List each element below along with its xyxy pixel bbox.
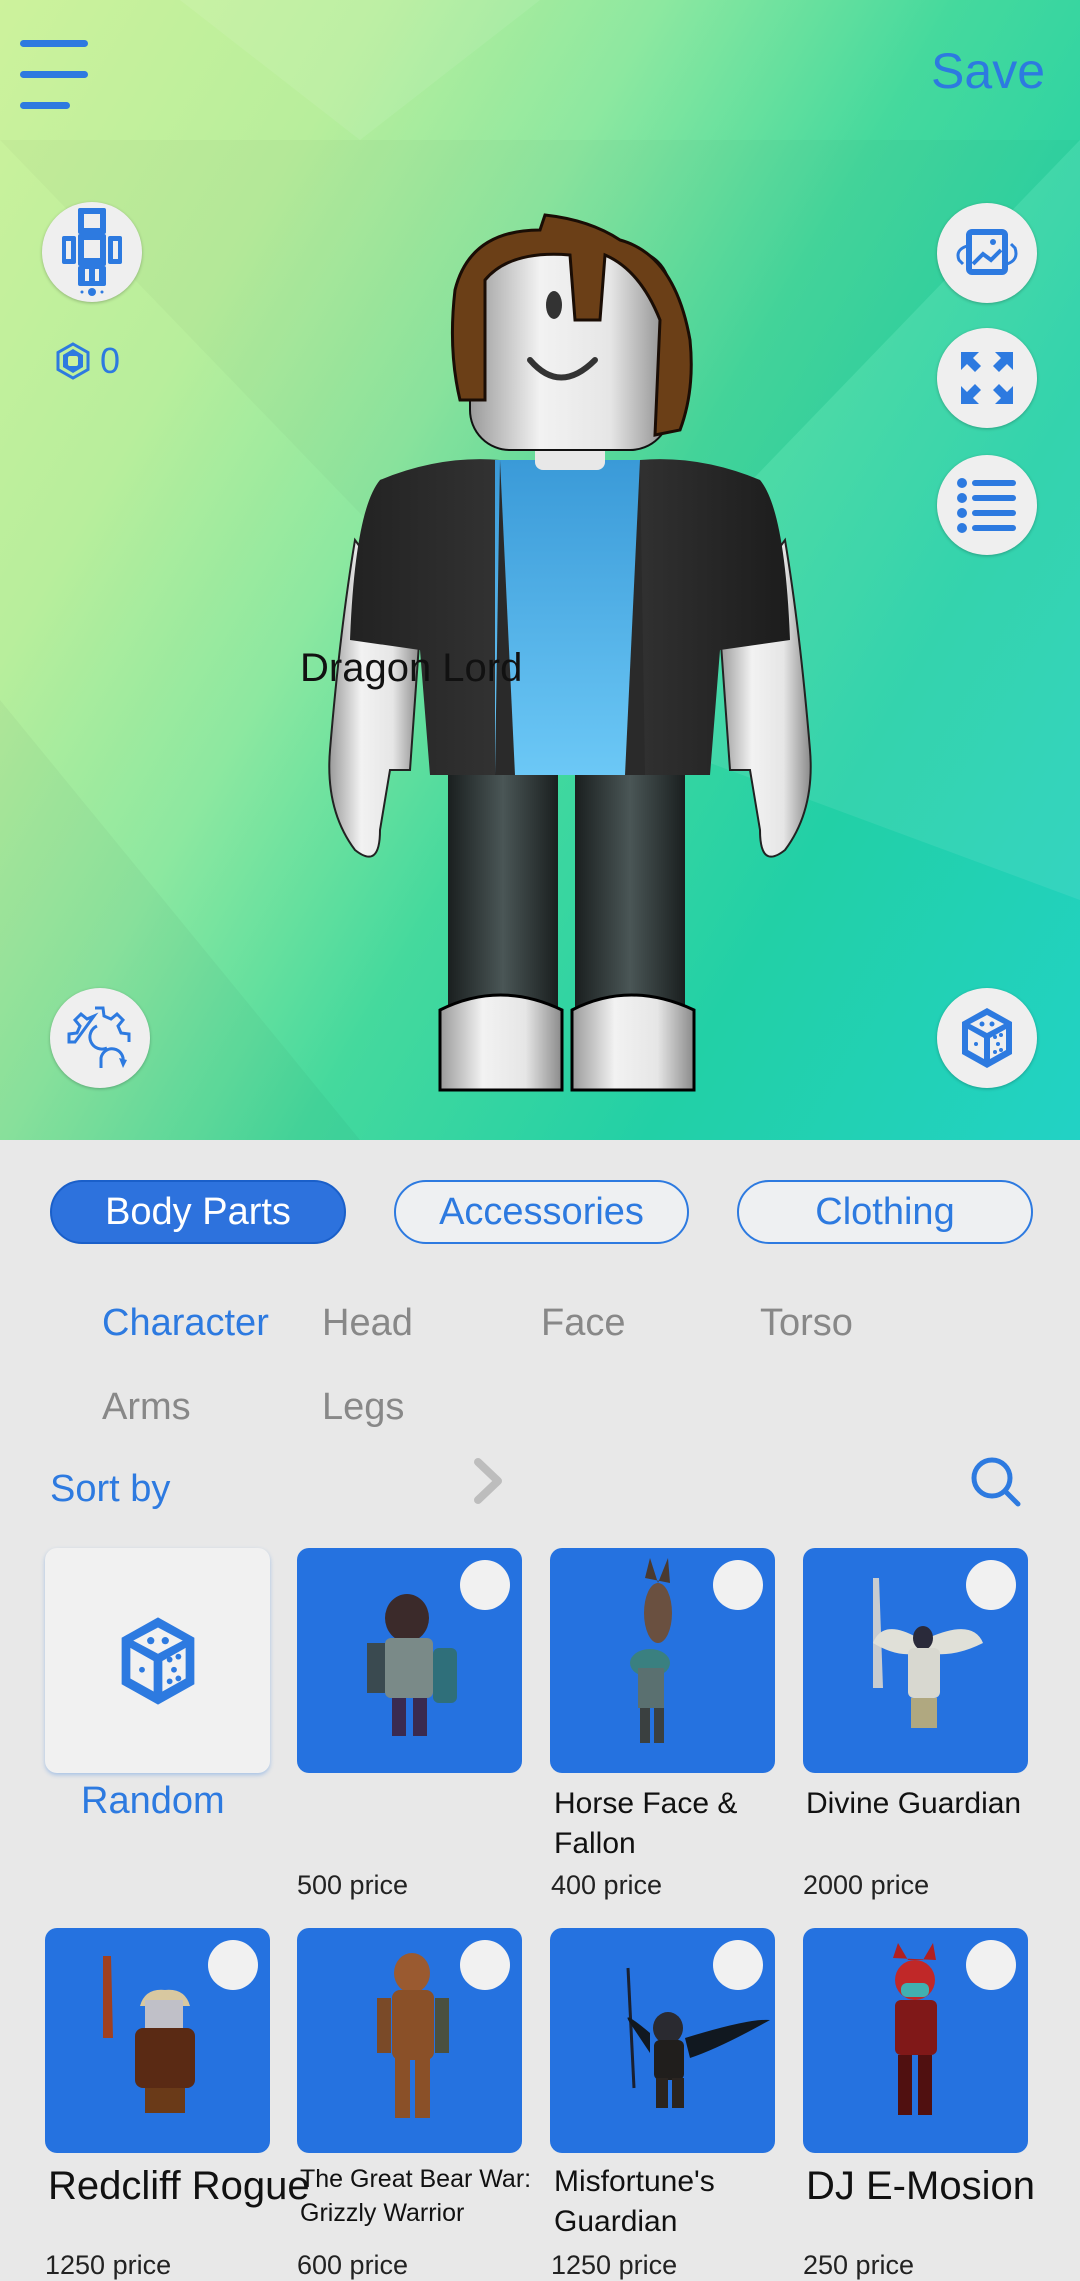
item-card[interactable] (297, 1928, 522, 2153)
item-card[interactable] (550, 1928, 775, 2153)
item-name: DJ E-Mosion (806, 2164, 1035, 2208)
item-name: Misfortune's Guardian (554, 2165, 715, 2238)
tab-body-parts[interactable]: Body Parts (50, 1180, 346, 1244)
list-button[interactable] (937, 455, 1037, 555)
menu-icon-line (20, 102, 70, 109)
select-checkbox[interactable] (208, 1940, 258, 1990)
robux-balance: 0 (54, 340, 120, 382)
avatar-viewport[interactable]: Save 0 (0, 0, 1080, 1140)
item-price: 600 price (297, 2250, 409, 2280)
item-card[interactable] (803, 1548, 1028, 1773)
search-icon[interactable] (968, 1454, 1024, 1510)
tab-clothing[interactable]: Clothing (737, 1180, 1033, 1244)
settings-button[interactable] (50, 988, 150, 1088)
settings-refresh-icon (67, 1006, 131, 1068)
random-card[interactable] (45, 1548, 270, 1773)
subcategory-torso[interactable]: Torso (760, 1302, 853, 1345)
fullscreen-icon (961, 352, 1013, 404)
robux-amount: 0 (100, 340, 121, 381)
save-button[interactable]: Save (931, 42, 1045, 100)
avatar-body-icon (62, 208, 122, 296)
subcategory-character[interactable]: Character (102, 1302, 269, 1345)
menu-button[interactable] (20, 40, 88, 112)
select-checkbox[interactable] (460, 1940, 510, 1990)
item-name: Dragon Lord (300, 646, 523, 690)
random-avatar-button[interactable] (937, 988, 1037, 1088)
dice-icon (962, 1008, 1012, 1068)
item-name: Divine Guardian (806, 1787, 1022, 1820)
rotate-view-button[interactable] (937, 203, 1037, 303)
subcategory-face[interactable]: Face (541, 1302, 625, 1345)
item-card[interactable] (45, 1928, 270, 2153)
dice-icon (121, 1616, 194, 1705)
select-checkbox[interactable] (713, 1560, 763, 1610)
item-price: 2000 price (803, 1870, 930, 1900)
item-price: 400 price (551, 1870, 663, 1900)
fullscreen-button[interactable] (937, 328, 1037, 428)
random-label: Random (81, 1780, 225, 1822)
tab-label: Accessories (439, 1190, 644, 1233)
subcategory-arms[interactable]: Arms (102, 1386, 191, 1429)
subcategory-head[interactable]: Head (322, 1302, 413, 1345)
sort-by-button[interactable]: Sort by (50, 1468, 170, 1511)
item-price: 1250 price (45, 2250, 172, 2280)
item-name: The Great Bear War: Grizzly Warrior (300, 2165, 532, 2227)
select-checkbox[interactable] (460, 1560, 510, 1610)
tab-accessories[interactable]: Accessories (394, 1180, 689, 1244)
item-card[interactable] (803, 1928, 1028, 2153)
item-name: Horse Face & Fallon (554, 1787, 738, 1860)
menu-icon-line (20, 40, 88, 47)
item-card[interactable] (550, 1548, 775, 1773)
chevron-right-icon[interactable] (468, 1456, 508, 1506)
rotate-image-icon (956, 229, 1018, 275)
item-price: 250 price (803, 2250, 915, 2280)
select-checkbox[interactable] (966, 1940, 1016, 1990)
select-checkbox[interactable] (713, 1940, 763, 1990)
customization-panel: Body Parts Accessories Clothing Characte… (0, 648, 1080, 2280)
list-icon (957, 478, 1016, 533)
item-price: 1250 price (551, 2250, 678, 2280)
menu-icon-line (20, 71, 88, 78)
select-checkbox[interactable] (966, 1560, 1016, 1610)
avatar-body-button[interactable] (42, 202, 142, 302)
tab-label: Clothing (815, 1190, 955, 1233)
subcategory-legs[interactable]: Legs (322, 1386, 404, 1429)
tab-label: Body Parts (105, 1190, 291, 1233)
item-price: 500 price (297, 1870, 409, 1900)
item-name: Redcliff Rogue (48, 2164, 310, 2208)
robux-icon (56, 342, 90, 380)
item-card[interactable] (297, 1548, 522, 1773)
